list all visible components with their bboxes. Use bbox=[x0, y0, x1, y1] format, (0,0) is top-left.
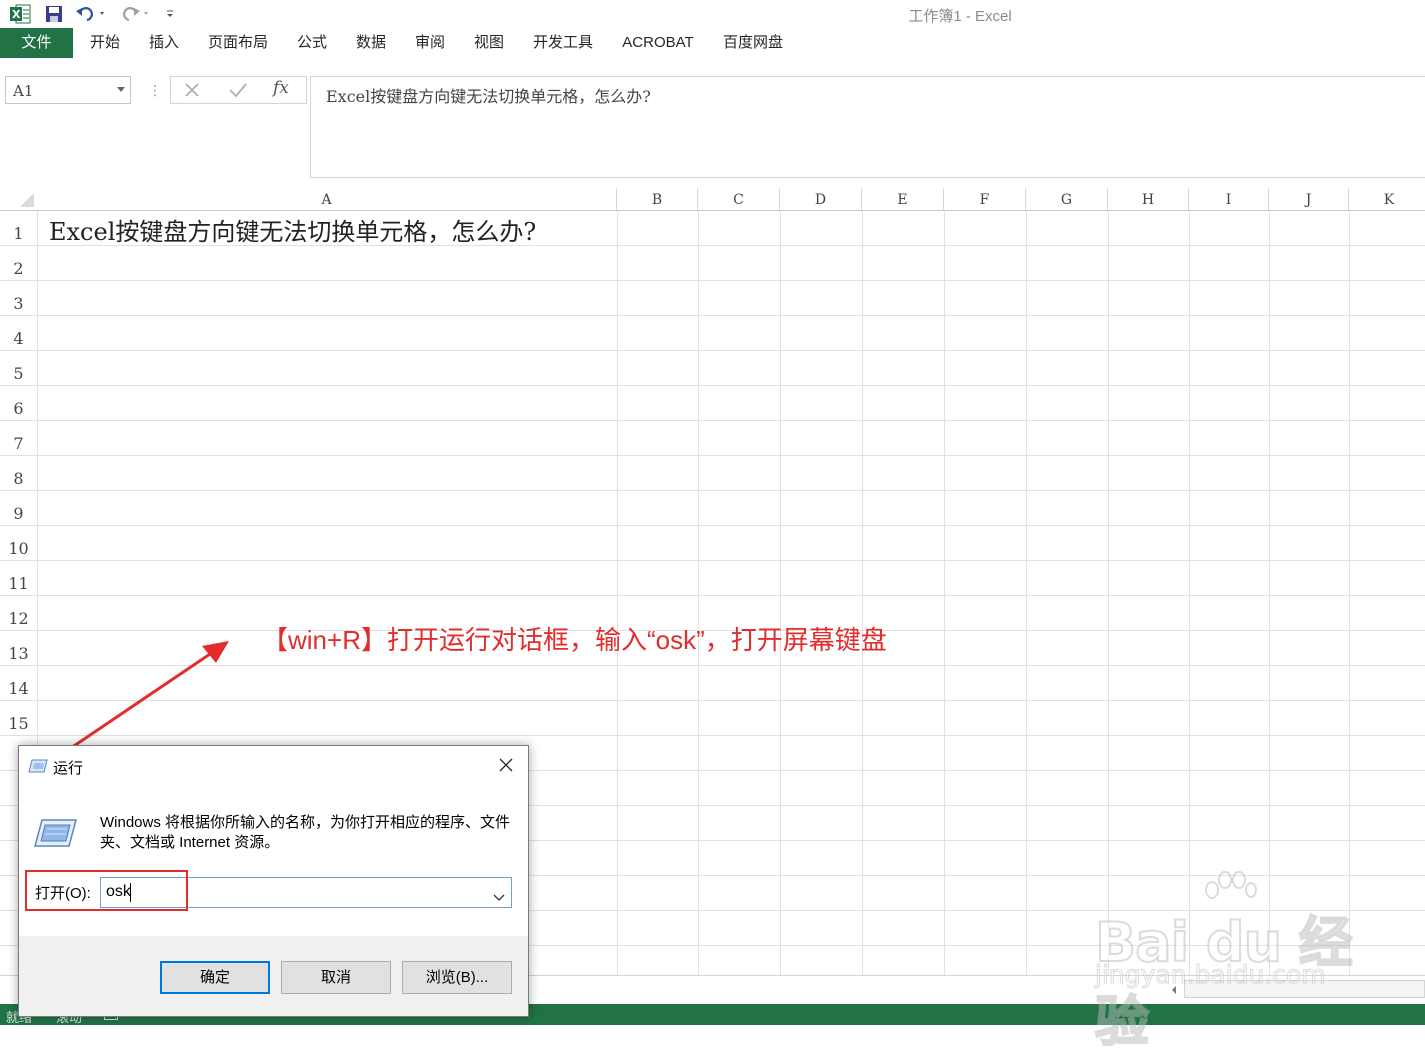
cancel-icon[interactable] bbox=[183, 81, 201, 104]
formula-area: A1 ⋮ fx Excel按键盘方向键无法切换单元格，怎么办? bbox=[0, 62, 1425, 188]
column-header-k[interactable]: K bbox=[1349, 188, 1425, 210]
grid-vline bbox=[944, 188, 945, 975]
grid-vline bbox=[1108, 188, 1109, 975]
grid-hline bbox=[0, 385, 1425, 386]
column-header-e[interactable]: E bbox=[862, 188, 944, 210]
row-header-7[interactable]: 7 bbox=[0, 420, 37, 455]
grid-hline bbox=[0, 560, 1425, 561]
tab-review[interactable]: 审阅 bbox=[407, 28, 453, 58]
quick-access-toolbar: X 工作簿1 - Excel bbox=[0, 0, 1425, 28]
cell-a1[interactable]: Excel按键盘方向键无法切换单元格，怎么办? bbox=[49, 212, 536, 247]
run-program-icon bbox=[33, 816, 77, 855]
corner-triangle-icon bbox=[20, 193, 34, 207]
tab-page-layout[interactable]: 页面布局 bbox=[200, 28, 276, 58]
excel-logo-icon: X bbox=[8, 3, 32, 25]
column-header-i[interactable]: I bbox=[1189, 188, 1269, 210]
row-header-1[interactable]: 1 bbox=[0, 210, 37, 245]
grid-hline bbox=[0, 735, 1425, 736]
ribbon-tab-bar: 文件 开始 插入 页面布局 公式 数据 审阅 视图 开发工具 ACROBAT 百… bbox=[0, 28, 1425, 60]
grid-vline bbox=[1349, 188, 1350, 975]
grid-hline bbox=[0, 420, 1425, 421]
column-header-b[interactable]: B bbox=[617, 188, 698, 210]
grid-vline bbox=[698, 188, 699, 975]
redo-icon[interactable] bbox=[118, 3, 154, 25]
row-header-15[interactable]: 15 bbox=[0, 700, 37, 735]
header-bottom-line bbox=[0, 210, 1425, 211]
cancel-button[interactable]: 取消 bbox=[281, 961, 391, 994]
window-title: 工作簿1 - Excel bbox=[908, 8, 1012, 25]
close-icon[interactable] bbox=[492, 753, 520, 777]
annotation-text: 【win+R】打开运行对话框，输入“osk”，打开屏幕键盘 bbox=[262, 625, 887, 655]
grid-hline bbox=[0, 350, 1425, 351]
grid-vline bbox=[862, 188, 863, 975]
customize-qat-icon[interactable] bbox=[162, 3, 178, 25]
row-header-14[interactable]: 14 bbox=[0, 665, 37, 700]
grid-vline bbox=[1189, 188, 1190, 975]
baidu-jingyan-watermark: Bai du 经验 jingyan.baidu.com bbox=[1090, 868, 1360, 1054]
row-header-4[interactable]: 4 bbox=[0, 315, 37, 350]
row-header-11[interactable]: 11 bbox=[0, 560, 37, 595]
grid-vline bbox=[617, 188, 618, 975]
row-header-8[interactable]: 8 bbox=[0, 455, 37, 490]
row-header-12[interactable]: 12 bbox=[0, 595, 37, 630]
column-header-h[interactable]: H bbox=[1108, 188, 1189, 210]
chevron-down-icon[interactable] bbox=[493, 889, 505, 907]
column-header-c[interactable]: C bbox=[698, 188, 780, 210]
column-header-a[interactable]: A bbox=[37, 188, 617, 210]
check-icon[interactable] bbox=[228, 81, 248, 104]
column-header-d[interactable]: D bbox=[780, 188, 862, 210]
tab-home[interactable]: 开始 bbox=[82, 28, 128, 58]
grid-hline bbox=[0, 315, 1425, 316]
row-header-13[interactable]: 13 bbox=[0, 630, 37, 665]
row-header-10[interactable]: 10 bbox=[0, 525, 37, 560]
formula-bar-text: Excel按键盘方向键无法切换单元格，怎么办? bbox=[326, 87, 651, 106]
grid-vline bbox=[780, 188, 781, 975]
vertical-dots-icon: ⋮ bbox=[148, 82, 162, 98]
grid-vline bbox=[1026, 188, 1027, 975]
grid-hline bbox=[0, 280, 1425, 281]
select-all-button[interactable] bbox=[0, 188, 37, 210]
tab-insert[interactable]: 插入 bbox=[141, 28, 187, 58]
row-header-2[interactable]: 2 bbox=[0, 245, 37, 280]
row-header-9[interactable]: 9 bbox=[0, 490, 37, 525]
grid-hline bbox=[0, 455, 1425, 456]
tab-data[interactable]: 数据 bbox=[348, 28, 394, 58]
svg-text:X: X bbox=[12, 8, 21, 21]
watermark-url: jingyan.baidu.com bbox=[1095, 960, 1327, 990]
name-box[interactable]: A1 bbox=[5, 76, 131, 104]
grid-vline bbox=[1269, 188, 1270, 975]
tab-view[interactable]: 视图 bbox=[466, 28, 512, 58]
grid-hline bbox=[0, 490, 1425, 491]
column-header-j[interactable]: J bbox=[1269, 188, 1349, 210]
undo-icon[interactable] bbox=[74, 3, 108, 25]
save-icon[interactable] bbox=[42, 3, 66, 25]
ok-button[interactable]: 确定 bbox=[160, 961, 270, 994]
row-header-3[interactable]: 3 bbox=[0, 280, 37, 315]
highlight-box bbox=[25, 870, 188, 911]
tab-acrobat[interactable]: ACROBAT bbox=[614, 28, 702, 58]
tab-developer[interactable]: 开发工具 bbox=[525, 28, 601, 58]
grid-hline bbox=[0, 665, 1425, 666]
row-header-5[interactable]: 5 bbox=[0, 350, 37, 385]
dialog-description: Windows 将根据你所输入的名称，为你打开相应的程序、文件夹、文档或 Int… bbox=[100, 814, 511, 851]
formula-buttons: fx bbox=[170, 76, 307, 104]
row-header-6[interactable]: 6 bbox=[0, 385, 37, 420]
browse-button[interactable]: 浏览(B)... bbox=[402, 961, 512, 994]
column-header-g[interactable]: G bbox=[1026, 188, 1108, 210]
dialog-title: 运行 bbox=[53, 760, 84, 777]
column-header-f[interactable]: F bbox=[944, 188, 1026, 210]
grid-hline bbox=[0, 525, 1425, 526]
chevron-down-icon[interactable] bbox=[117, 87, 125, 92]
tab-baidu-netdisk[interactable]: 百度网盘 bbox=[715, 28, 791, 58]
tab-formulas[interactable]: 公式 bbox=[289, 28, 335, 58]
run-title-icon bbox=[28, 758, 48, 779]
insert-function-icon[interactable]: fx bbox=[273, 78, 289, 98]
formula-bar-input[interactable]: Excel按键盘方向键无法切换单元格，怎么办? bbox=[310, 76, 1425, 178]
tab-file[interactable]: 文件 bbox=[0, 28, 73, 58]
grid-hline bbox=[0, 595, 1425, 596]
grid-hline bbox=[0, 700, 1425, 701]
name-box-value: A1 bbox=[13, 82, 34, 100]
